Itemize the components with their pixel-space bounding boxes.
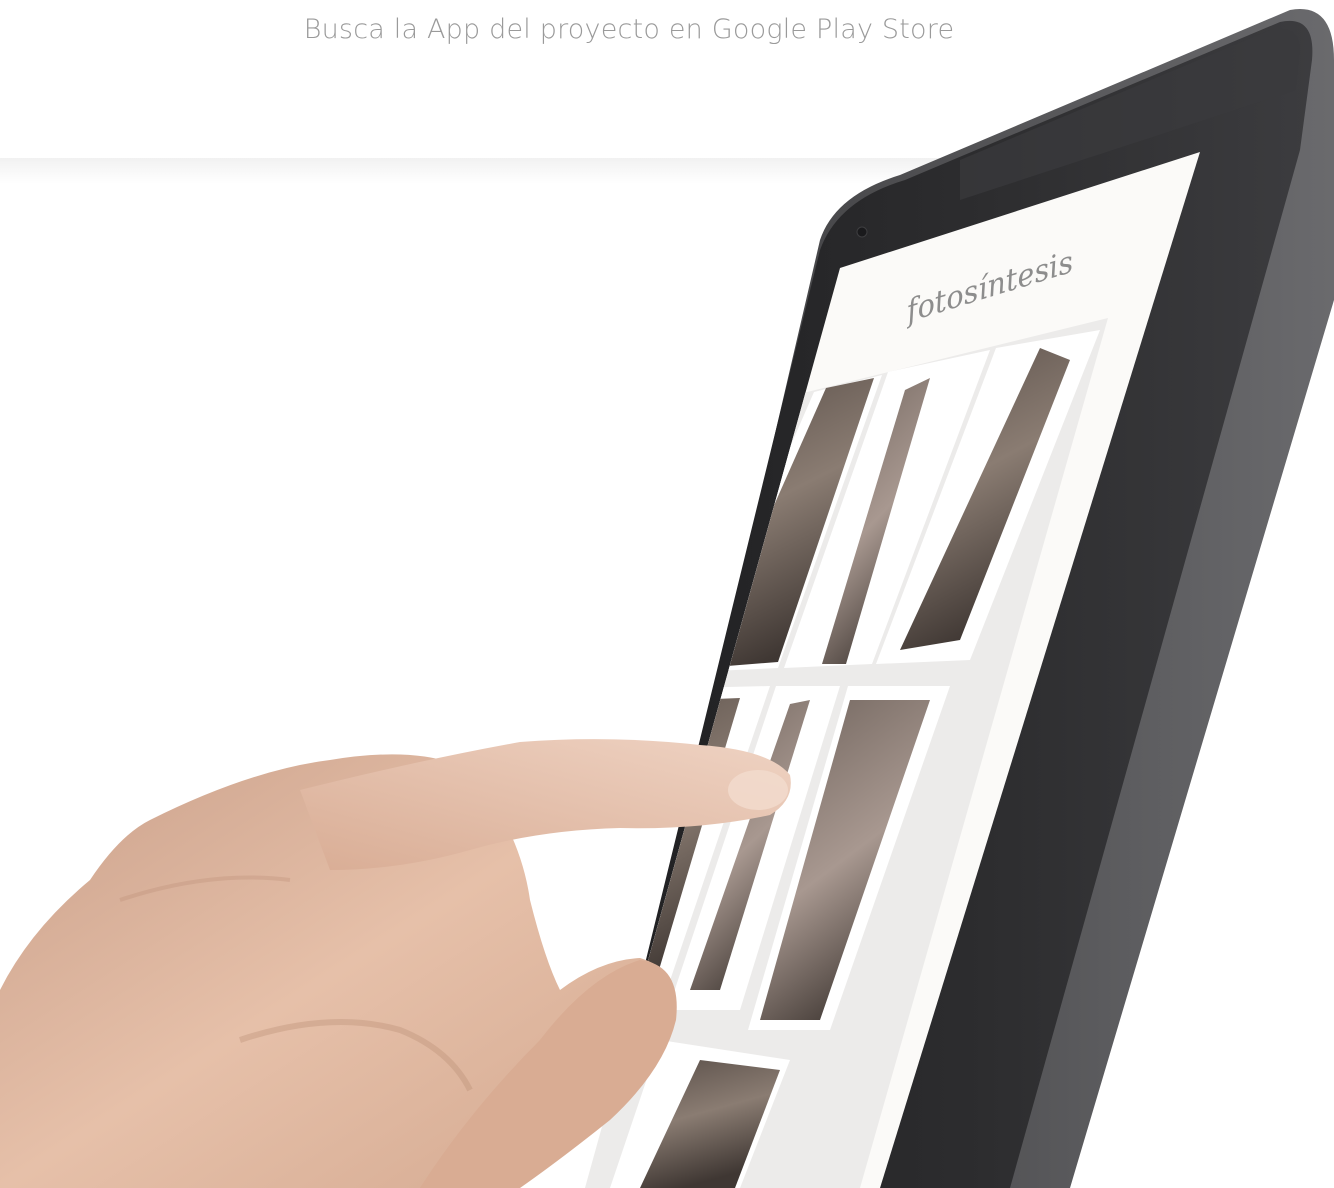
camera-icon [856, 226, 868, 238]
tablet-hero-image: fotosíntesis [0, 9, 1334, 1188]
fingernail [728, 770, 788, 810]
